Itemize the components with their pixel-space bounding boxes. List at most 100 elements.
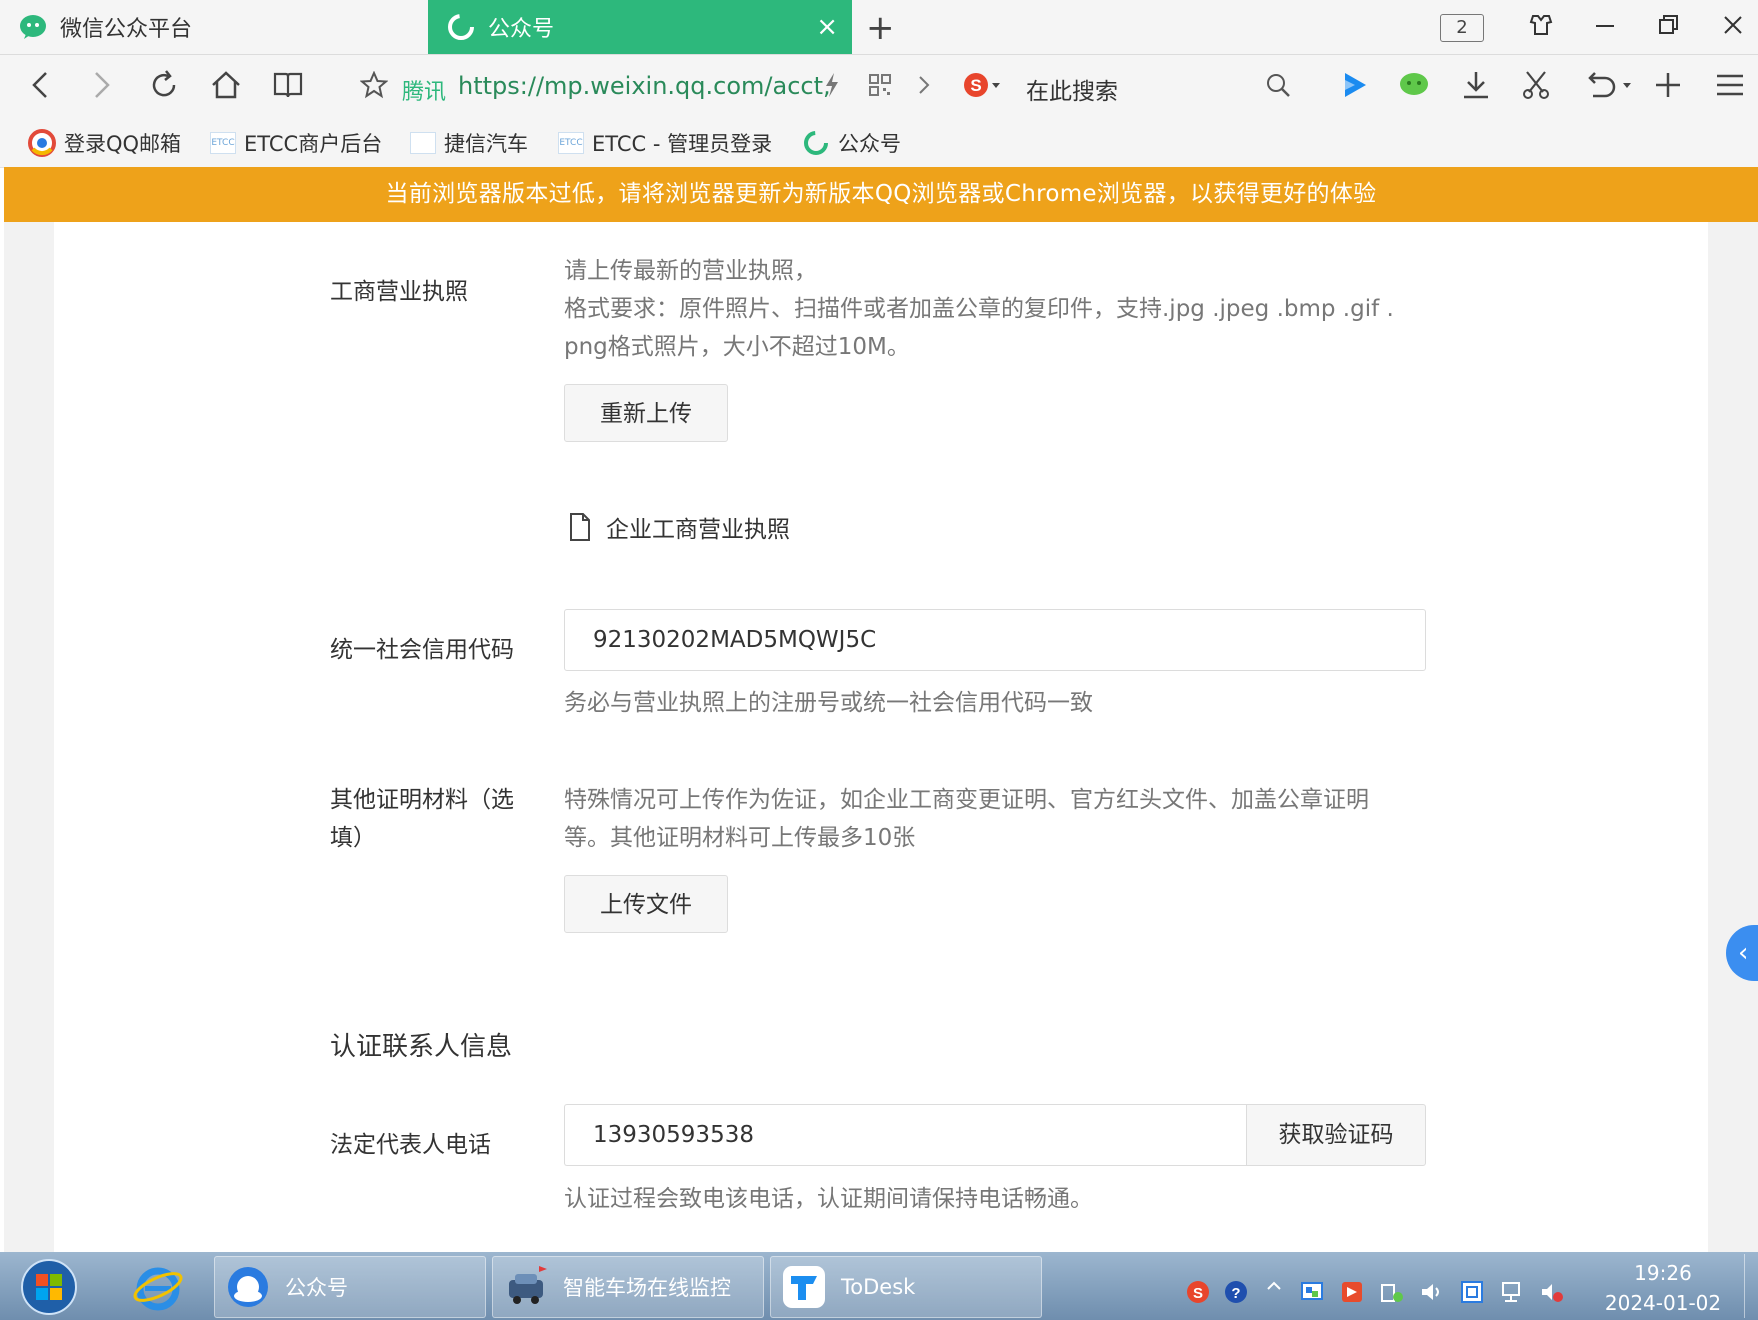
input-tray-icon[interactable] xyxy=(1458,1278,1486,1306)
screenshot-scissors-icon[interactable] xyxy=(1516,65,1556,105)
volume-tray-icon[interactable] xyxy=(1418,1278,1446,1306)
other-materials-hint-line2: 等。其他证明材料可上传最多10张 xyxy=(564,825,916,851)
other-materials-label: 其他证明材料（选 填） xyxy=(330,781,514,857)
tab-label: 公众号 xyxy=(488,17,555,42)
bookmark-official-account[interactable]: 公众号 xyxy=(802,128,901,158)
file-icon xyxy=(568,512,592,542)
bookmark-etcc-merchant[interactable]: ETCC ETCC商户后台 xyxy=(210,128,382,158)
svg-text:?: ? xyxy=(1231,1285,1240,1302)
bookmark-label: 捷信汽车 xyxy=(444,132,528,156)
favorite-star-icon[interactable] xyxy=(354,65,394,105)
qr-code-icon[interactable] xyxy=(860,65,900,105)
contact-section-title: 认证联系人信息 xyxy=(330,1032,513,1062)
reading-mode-icon[interactable] xyxy=(268,65,308,105)
etcc-icon: ETCC xyxy=(558,132,584,154)
network-manager-tray-icon[interactable] xyxy=(1298,1278,1326,1306)
other-materials-hint-line1: 特殊情况可上传作为佐证，如企业工商变更证明、官方红头文件、加盖公章证明 xyxy=(564,787,1369,813)
message-tray-icon[interactable] xyxy=(1338,1278,1366,1306)
show-hidden-icons[interactable] xyxy=(1260,1278,1288,1306)
undo-close-icon[interactable] xyxy=(1580,65,1636,105)
forward-icon[interactable] xyxy=(82,65,122,105)
tab-count-badge[interactable]: 2 xyxy=(1440,14,1484,42)
legal-phone-input[interactable]: 13930593538 xyxy=(564,1104,1246,1166)
lightning-icon[interactable] xyxy=(812,65,852,105)
car-icon xyxy=(503,1264,549,1310)
qq-mail-icon xyxy=(28,129,56,157)
network-tray-icon[interactable] xyxy=(1498,1278,1526,1306)
license-hint-line2: 格式要求：原件照片、扫描件或者加盖公章的复印件，支持.jpg .jpeg .bm… xyxy=(564,296,1394,322)
search-icon[interactable] xyxy=(1258,65,1298,105)
restore-icon[interactable] xyxy=(1658,12,1680,45)
skin-icon[interactable] xyxy=(1528,12,1554,45)
back-icon[interactable] xyxy=(20,65,60,105)
taskbar-item-parking-monitor[interactable]: 智能车场在线监控 xyxy=(492,1256,764,1318)
ie-icon[interactable] xyxy=(128,1258,188,1316)
sogou-search-icon[interactable]: S xyxy=(962,65,1002,105)
uploaded-file[interactable]: 企业工商营业执照 xyxy=(568,510,790,544)
form-panel xyxy=(54,222,1708,1252)
taskbar-item-todesk[interactable]: ToDesk xyxy=(770,1256,1042,1318)
clock-time: 19:26 xyxy=(1634,1261,1692,1285)
refresh-icon[interactable] xyxy=(144,65,184,105)
jiexin-icon xyxy=(410,132,436,154)
new-tab-button[interactable]: + xyxy=(866,8,895,48)
legal-phone-label: 法定代表人电话 xyxy=(330,1132,491,1158)
wechat-chat-icon[interactable] xyxy=(1394,65,1434,105)
download-icon[interactable] xyxy=(1456,65,1496,105)
battery-tray-icon[interactable] xyxy=(1378,1278,1406,1306)
tab-official-account[interactable]: 公众号 × xyxy=(428,0,852,54)
todesk-icon xyxy=(781,1264,827,1310)
start-button[interactable] xyxy=(14,1256,84,1318)
close-window-icon[interactable] xyxy=(1722,12,1744,45)
bookmark-qq-mail[interactable]: 登录QQ邮箱 xyxy=(28,128,181,158)
taskbar-item-label: ToDesk xyxy=(841,1275,916,1299)
help-tray-icon[interactable]: ? xyxy=(1222,1278,1250,1306)
bookmark-label: 登录QQ邮箱 xyxy=(64,132,182,156)
chevron-right-icon[interactable] xyxy=(904,65,944,105)
reupload-button[interactable]: 重新上传 xyxy=(564,384,728,442)
url-source-label: 腾讯 xyxy=(402,80,447,105)
bookmark-etcc-admin[interactable]: ETCC ETCC - 管理员登录 xyxy=(558,128,772,158)
get-verification-code-button[interactable]: 获取验证码 xyxy=(1246,1104,1426,1166)
wechat-icon xyxy=(18,12,48,42)
file-name: 企业工商营业执照 xyxy=(606,517,790,543)
bookmark-label: 公众号 xyxy=(838,132,901,156)
official-account-icon xyxy=(446,12,476,42)
svg-text:S: S xyxy=(970,76,981,95)
credit-code-input[interactable]: 92130202MAD5MQWJ5C xyxy=(564,609,1426,671)
other-materials-label-line1: 其他证明材料（选 xyxy=(330,787,514,813)
license-hint-line3: png格式照片，大小不超过10M。 xyxy=(564,334,910,360)
bookmark-label: ETCC - 管理员登录 xyxy=(592,132,773,156)
clock-date: 2024-01-02 xyxy=(1604,1291,1722,1315)
taskbar-item-label: 智能车场在线监控 xyxy=(563,1276,731,1300)
bookmark-label: ETCC商户后台 xyxy=(244,132,383,156)
home-icon[interactable] xyxy=(206,65,246,105)
license-hint-line1: 请上传最新的营业执照， xyxy=(564,258,817,284)
upload-file-button[interactable]: 上传文件 xyxy=(564,875,728,933)
speaker-muted-tray-icon[interactable] xyxy=(1538,1278,1566,1306)
tab-label: 微信公众平台 xyxy=(60,17,193,42)
menu-icon[interactable] xyxy=(1710,65,1750,105)
browser-outdated-banner: 当前浏览器版本过低，请将浏览器更新为新版本QQ浏览器或Chrome浏览器，以获得… xyxy=(4,167,1758,222)
taskbar-item-label: 公众号 xyxy=(285,1276,348,1300)
credit-code-label: 统一社会信用代码 xyxy=(330,637,514,663)
credit-code-hint: 务必与营业执照上的注册号或统一社会信用代码一致 xyxy=(564,690,1093,716)
other-materials-label-line2: 填） xyxy=(330,825,376,851)
sogou-ime-tray-icon[interactable]: S xyxy=(1184,1278,1212,1306)
taskbar-item-official-account[interactable]: 公众号 xyxy=(214,1256,486,1318)
license-label: 工商营业执照 xyxy=(330,279,468,305)
show-desktop-button[interactable] xyxy=(1744,1254,1757,1318)
search-input[interactable]: 在此搜索 xyxy=(1026,72,1118,106)
tab-wechat-platform[interactable]: 微信公众平台 xyxy=(0,0,428,54)
official-account-icon xyxy=(802,129,830,157)
system-clock[interactable]: 19:26 2024-01-02 xyxy=(1594,1258,1732,1318)
minimize-icon[interactable] xyxy=(1594,12,1616,45)
address-bar-url[interactable]: https://mp.weixin.qq.com/acct, xyxy=(458,72,831,100)
browser-icon xyxy=(225,1264,271,1310)
add-icon[interactable] xyxy=(1648,65,1688,105)
close-tab-icon[interactable]: × xyxy=(816,12,838,42)
video-play-icon[interactable] xyxy=(1334,65,1374,105)
bookmark-jiexin[interactable]: 捷信汽车 xyxy=(410,128,528,158)
legal-phone-hint: 认证过程会致电该电话，认证期间请保持电话畅通。 xyxy=(564,1186,1093,1212)
svg-text:S: S xyxy=(1193,1285,1203,1302)
